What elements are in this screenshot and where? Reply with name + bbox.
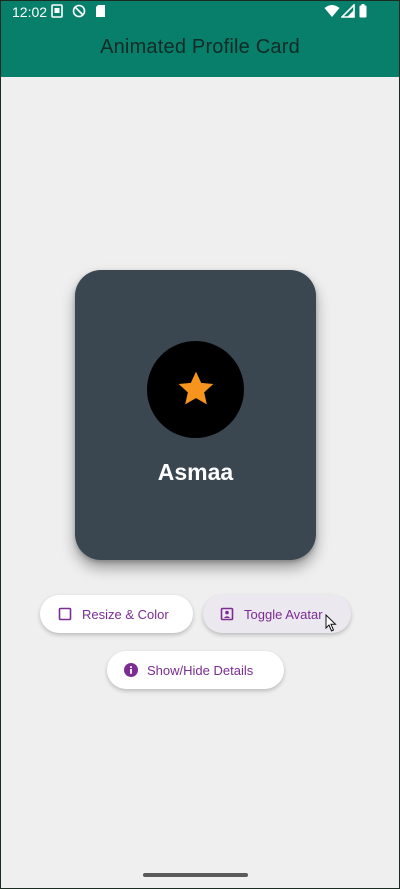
sd-card-icon <box>95 4 106 21</box>
show-hide-details-label: Show/Hide Details <box>147 662 254 678</box>
app-title: Animated Profile Card <box>100 36 300 58</box>
square-outline-icon <box>58 607 72 621</box>
avatar <box>147 341 244 438</box>
profile-name: Asmaa <box>157 459 234 485</box>
star-icon <box>176 369 216 414</box>
resize-color-label: Resize & Color <box>82 606 169 622</box>
mouse-cursor-icon <box>325 613 337 637</box>
toggle-avatar-label: Toggle Avatar <box>244 606 323 622</box>
resize-color-button[interactable]: Resize & Color <box>40 595 193 633</box>
status-bar: 12:02 <box>0 0 400 24</box>
portrait-icon <box>220 607 234 621</box>
info-icon <box>124 663 138 677</box>
profile-card: Asmaa <box>75 270 316 560</box>
app-bar: 12:02 Animated Profile Card <box>0 0 400 77</box>
status-time: 12:02 <box>12 4 48 20</box>
signal-icon <box>340 3 355 21</box>
gesture-nav-bar[interactable] <box>143 873 248 877</box>
vpn-shield-icon <box>72 4 86 21</box>
sim-card-icon <box>51 4 63 21</box>
show-hide-details-button[interactable]: Show/Hide Details <box>107 651 284 689</box>
wifi-icon <box>324 4 340 21</box>
battery-icon <box>359 4 367 21</box>
